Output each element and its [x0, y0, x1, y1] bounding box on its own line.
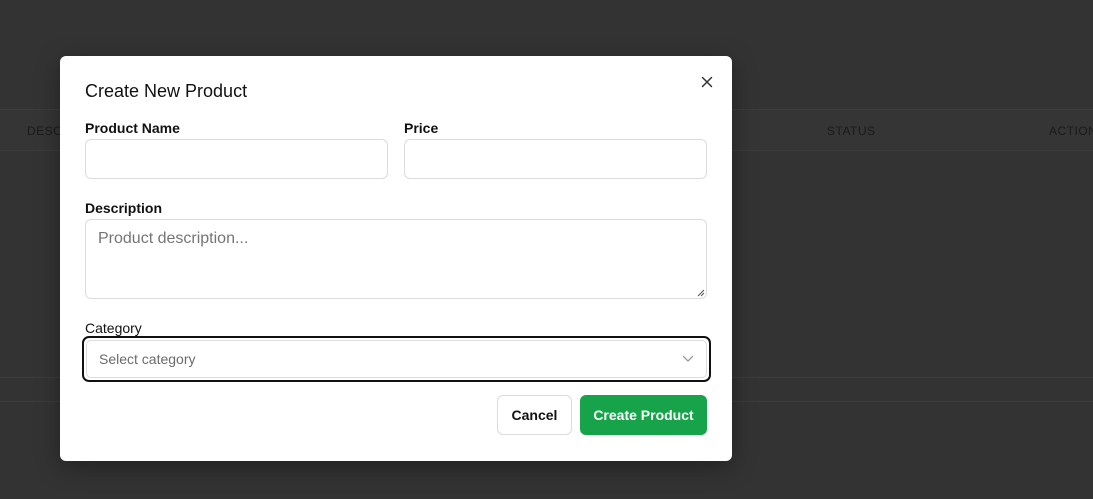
description-label: Description	[85, 200, 163, 216]
create-product-dialog: Create New Product Product Name Price De…	[60, 56, 732, 461]
product-name-label: Product Name	[85, 120, 180, 136]
close-icon	[701, 76, 713, 88]
category-select-focus-ring: Select category	[82, 336, 711, 382]
price-label: Price	[404, 120, 439, 136]
column-header-status: STATUS	[827, 124, 876, 138]
close-button[interactable]	[697, 72, 717, 92]
category-select-value: Select category	[99, 351, 196, 367]
column-header-actions: ACTION	[1049, 124, 1093, 138]
dialog-title: Create New Product	[85, 81, 248, 101]
column-header-description: DESC	[27, 124, 63, 138]
category-select[interactable]: Select category	[86, 340, 707, 378]
description-textarea[interactable]	[85, 219, 707, 299]
chevron-down-icon	[682, 355, 694, 362]
product-name-input[interactable]	[85, 139, 388, 179]
category-label: Category	[85, 320, 142, 336]
resize-grip-icon[interactable]	[696, 288, 705, 297]
cancel-button[interactable]: Cancel	[497, 395, 572, 435]
create-product-button[interactable]: Create Product	[580, 395, 707, 435]
price-input[interactable]	[404, 139, 707, 179]
